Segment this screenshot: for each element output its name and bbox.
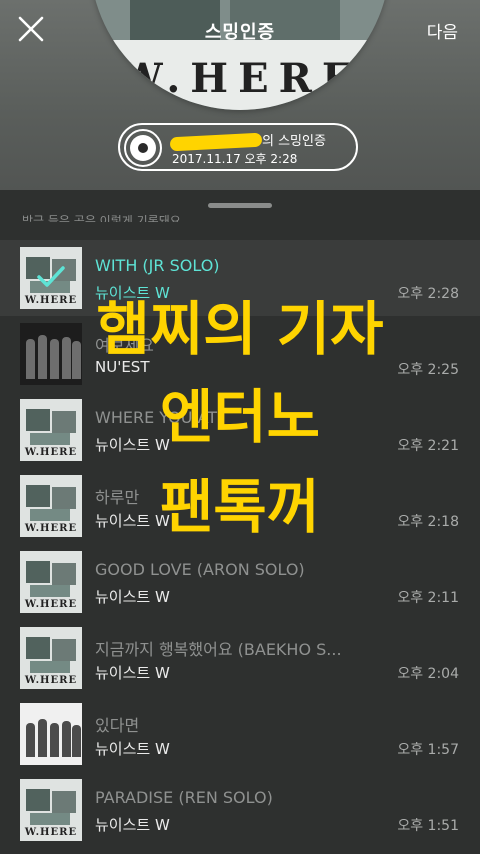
song-title: 여보세요 [95,336,154,355]
streaming-proof-pill: 의 스밍인증 2017.11.17 오후 2:28 [118,123,358,171]
song-time: 오후 2:28 [397,286,459,302]
pill-date: 2017.11.17 오후 2:28 [172,152,298,166]
song-time: 오후 2:25 [397,362,459,378]
song-row[interactable]: 여보세요 NU'EST 오후 2:25 [0,316,480,392]
album-thumbnail: W.HERE [20,399,82,461]
cover-title: 스밍인증 [204,22,276,43]
song-row[interactable]: W.HERE WHERE YOU AT 뉴이스트 W 오후 2:21 [0,392,480,468]
disc-icon [124,129,162,167]
song-artist: 뉴이스트 W [95,436,170,454]
song-artist: 뉴이스트 W [95,284,170,302]
header: W.HERE 스밍인증 다음 의 스밍인증 2017.11.17 오후 2:28 [0,0,480,190]
song-title: WHERE YOU AT [95,408,218,427]
song-title: 하루만 [95,488,140,507]
drag-handle[interactable] [208,203,272,208]
song-title: 지금까지 행복했어요 (BAEKHO S... [95,640,342,659]
album-thumbnail [20,703,82,765]
song-artist: 뉴이스트 W [95,816,170,834]
song-title: PARADISE (REN SOLO) [95,788,273,807]
song-row[interactable]: W.HERE 하루만 뉴이스트 W 오후 2:18 [0,468,480,544]
album-thumbnail: W.HERE [20,247,82,309]
song-row[interactable]: W.HERE 지금까지 행복했어요 (BAEKHO S... 뉴이스트 W 오후… [0,620,480,696]
song-time: 오후 2:18 [397,514,459,530]
check-icon [37,266,65,287]
song-artist: 뉴이스트 W [95,588,170,606]
song-artist: 뉴이스트 W [95,740,170,758]
pill-title-suffix: 의 스밍인증 [262,134,326,149]
album-thumbnail: W.HERE [20,475,82,537]
song-row[interactable]: 있다면 뉴이스트 W 오후 1:57 [0,696,480,772]
redaction-mark [169,132,263,151]
song-row[interactable]: W.HERE PARADISE (REN SOLO) 뉴이스트 W 오후 1:5… [0,772,480,848]
song-artist: NU'EST [95,358,150,376]
list-hint: 방금 들은 곡은 이렇게 기록돼요 [22,214,181,222]
recent-songs-list[interactable]: 방금 들은 곡은 이렇게 기록돼요 W.HERE WITH (JR SOLO) … [0,190,480,854]
close-icon[interactable] [14,12,48,46]
song-artist: 뉴이스트 W [95,664,170,682]
album-thumbnail: W.HERE [20,551,82,613]
album-thumbnail: W.HERE [20,779,82,841]
album-logo: W.HERE [117,55,363,102]
next-button[interactable]: 다음 [427,18,458,43]
song-time: 오후 2:21 [397,438,459,454]
song-title: GOOD LOVE (ARON SOLO) [95,560,305,579]
song-row[interactable]: W.HERE GOOD LOVE (ARON SOLO) 뉴이스트 W 오후 2… [0,544,480,620]
song-time: 오후 2:11 [397,590,459,606]
song-row[interactable]: W.HERE WITH (JR SOLO) 뉴이스트 W 오후 2:28 [0,240,480,316]
song-time: 오후 2:04 [397,666,459,682]
song-time: 오후 1:51 [397,818,459,834]
album-thumbnail: W.HERE [20,627,82,689]
song-artist: 뉴이스트 W [95,512,170,530]
album-cover-circle: W.HERE [90,0,390,110]
song-title: 있다면 [95,716,140,735]
song-time: 오후 1:57 [397,742,459,758]
album-thumbnail [20,323,82,385]
song-title: WITH (JR SOLO) [95,256,220,275]
